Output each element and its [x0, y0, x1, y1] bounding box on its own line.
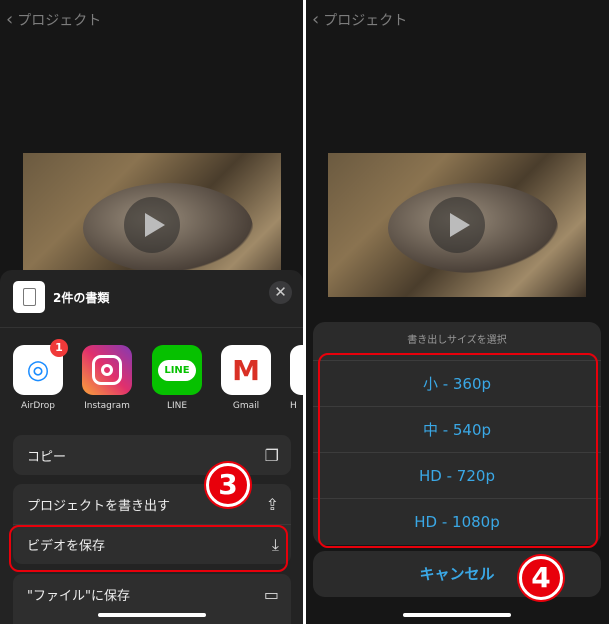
back-button[interactable]: ‹ プロジェクト [312, 9, 407, 30]
back-label: プロジェクト [323, 12, 408, 29]
gmail-icon: M [221, 345, 271, 395]
action-label: "ファイル"に保存 [27, 588, 130, 604]
app-label: H [290, 401, 297, 411]
action-copy[interactable]: コピー ❐ [13, 435, 291, 475]
app-icon: ◆ [290, 345, 303, 395]
app-label: Instagram [84, 401, 130, 411]
app-gmail[interactable]: M Gmail [221, 345, 271, 411]
home-indicator [403, 613, 511, 617]
folder-icon: ▭ [263, 584, 279, 604]
action-label: コピー [27, 449, 67, 465]
step-4-marker: 4 [519, 556, 563, 600]
app-instagram[interactable]: Instagram [82, 345, 132, 411]
play-icon[interactable] [124, 197, 180, 253]
close-button[interactable]: ✕ [269, 281, 292, 304]
share-sheet-title: 2件の書類 [53, 291, 110, 305]
action-save-to-files[interactable]: "ファイル"に保存 ▭ [13, 574, 291, 614]
gmail-logo-text: M [232, 353, 260, 387]
back-button[interactable]: ‹ プロジェクト [6, 9, 101, 30]
right-screen: ‹ プロジェクト 書き出しサイズを選択 小 - 360p 中 - 540p HD … [306, 0, 609, 624]
app-label: AirDrop [20, 401, 55, 411]
app-label: LINE [166, 401, 188, 411]
action-label: プロジェクトを書き出す [27, 498, 171, 514]
play-icon[interactable] [429, 197, 485, 253]
notification-badge: 1 [50, 339, 68, 357]
highlight-box [318, 353, 598, 548]
app-partial[interactable]: ◆ H [290, 345, 303, 411]
left-screen: ‹ プロジェクト 2件の書類 ✕ ◎ 1 AirDrop Instagram LIN… [0, 0, 303, 624]
copy-icon: ❐ [264, 445, 279, 465]
app-line[interactable]: LINE LINE [152, 345, 202, 411]
home-indicator [98, 613, 206, 617]
instagram-icon [82, 345, 132, 395]
back-label: プロジェクト [17, 12, 102, 29]
highlight-box [9, 525, 288, 572]
airdrop-icon: ◎ 1 [13, 339, 68, 395]
chevron-left-icon: ‹ [312, 9, 320, 30]
app-label: Gmail [232, 401, 260, 411]
app-airdrop[interactable]: ◎ 1 AirDrop [13, 339, 68, 411]
action-group: コピー ❐ [13, 435, 291, 475]
line-icon: LINE [152, 345, 202, 395]
share-icon: ⇪ [265, 494, 279, 514]
step-3-marker: 3 [206, 463, 250, 507]
divider [0, 327, 303, 328]
chevron-left-icon: ‹ [6, 9, 14, 30]
document-icon [13, 281, 45, 313]
line-logo-text: LINE [158, 359, 196, 381]
video-thumbnail[interactable] [328, 153, 586, 297]
